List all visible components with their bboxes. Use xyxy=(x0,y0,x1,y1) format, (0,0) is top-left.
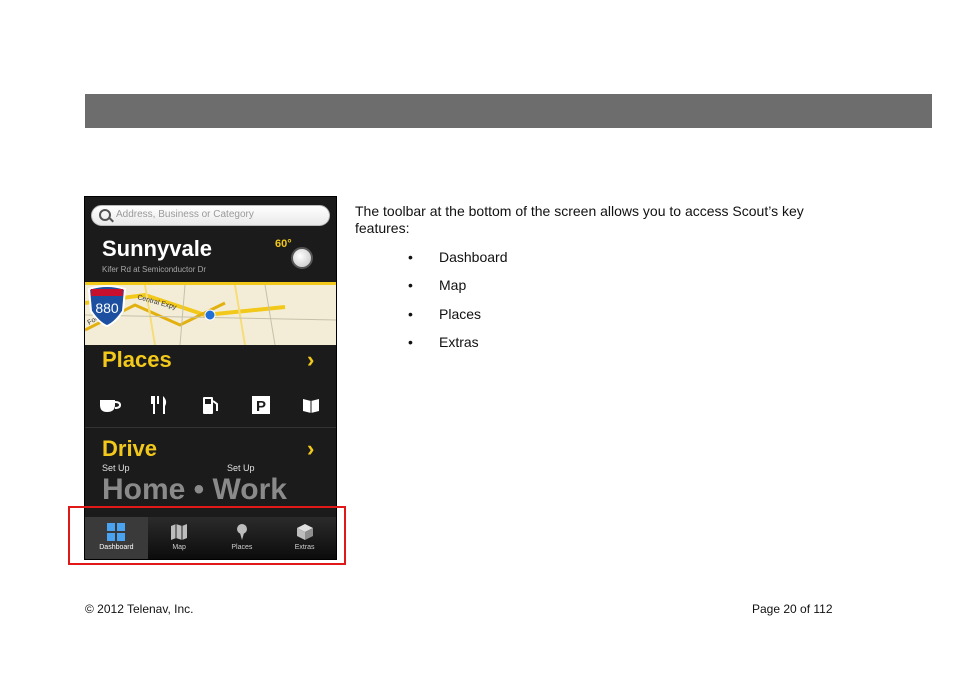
street-location: Kifer Rd at Semiconductor Dr xyxy=(102,265,207,274)
toolbar-highlight-box xyxy=(68,506,346,565)
setup-work-label: Set Up xyxy=(227,463,255,473)
more-icon[interactable] xyxy=(299,393,323,417)
drive-title[interactable]: Drive xyxy=(102,436,157,462)
divider xyxy=(85,427,336,428)
search-input[interactable]: Address, Business or Category xyxy=(91,205,330,226)
restaurant-icon[interactable] xyxy=(148,393,172,417)
coffee-icon[interactable] xyxy=(98,393,122,417)
places-category-row: P xyxy=(85,387,336,423)
interstate-shield-icon: 880 xyxy=(87,285,127,327)
places-title[interactable]: Places xyxy=(102,347,172,373)
temperature: 60° xyxy=(275,238,292,250)
intro-paragraph: The toolbar at the bottom of the screen … xyxy=(355,203,804,236)
parking-icon[interactable]: P xyxy=(249,393,273,417)
setup-home-label: Set Up xyxy=(102,463,130,473)
header-bar xyxy=(85,94,932,128)
city-name: Sunnyvale xyxy=(102,236,213,261)
search-placeholder: Address, Business or Category xyxy=(116,209,254,220)
list-item: Dashboard xyxy=(408,249,508,277)
location-pin-icon xyxy=(204,309,216,321)
search-icon xyxy=(99,209,111,221)
list-item: Places xyxy=(408,306,508,334)
footer-copyright: © 2012 Telenav, Inc. xyxy=(85,602,194,616)
gas-station-icon[interactable] xyxy=(198,393,222,417)
weather-moon-icon xyxy=(291,247,313,269)
list-item: Extras xyxy=(408,334,508,362)
list-item: Map xyxy=(408,277,508,305)
places-chevron-icon[interactable]: › xyxy=(307,347,314,373)
drive-chevron-icon[interactable]: › xyxy=(307,436,314,462)
footer-page-number: Page 20 of 112 xyxy=(752,602,833,616)
feature-list: Dashboard Map Places Extras xyxy=(408,249,508,362)
highway-number: 880 xyxy=(95,300,119,316)
mini-map[interactable]: Central Expy Foothill Expy 880 xyxy=(85,282,336,348)
svg-text:P: P xyxy=(256,398,266,415)
home-work-destinations[interactable]: Home • Work xyxy=(102,473,287,507)
